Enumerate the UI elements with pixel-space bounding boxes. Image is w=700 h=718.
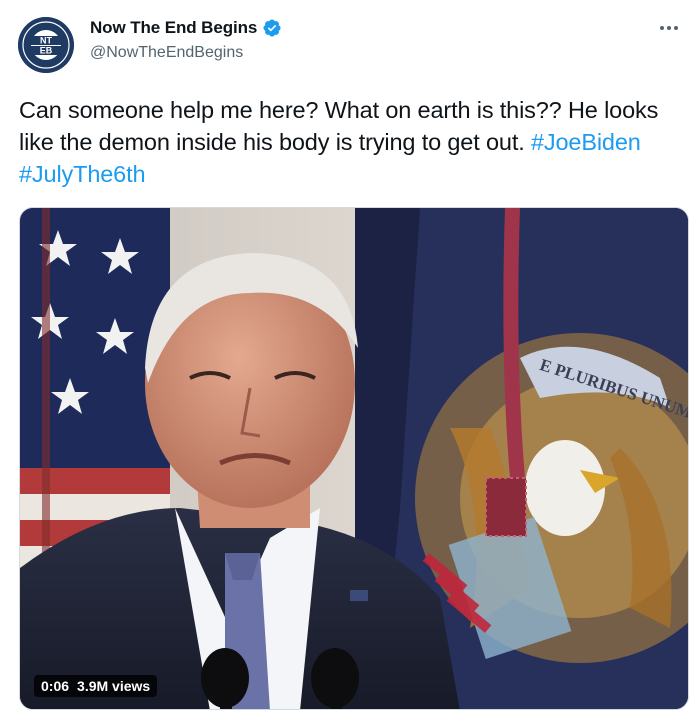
video-player[interactable]: E PLURIBUS UNUM 0:06 3.9M views [19,207,689,710]
video-stats-badge: 0:06 3.9M views [34,675,158,697]
more-options-icon[interactable] [654,15,684,41]
video-frame: E PLURIBUS UNUM [20,208,688,709]
avatar-initials-bottom: EB [40,46,53,56]
profile-avatar[interactable]: NT EB [18,17,74,73]
hashtag-julythe6th[interactable]: #JulyThe6th [19,161,146,187]
avatar-initials-top: NT [40,36,52,46]
display-name[interactable]: Now The End Begins [90,18,257,38]
video-timestamp: 0:06 [41,678,70,694]
user-handle[interactable]: @NowTheEndBegins [90,44,243,62]
name-row: Now The End Begins [90,18,282,38]
hashtag-joebiden[interactable]: #JoeBiden [531,129,641,155]
verified-badge-icon [263,19,281,37]
video-view-count: 3.9M views [77,678,151,694]
tweet-text: Can someone help me here? What on earth … [19,94,684,190]
tweet-card: NT EB Now The End Begins @NowTheEndBegin… [0,0,700,718]
